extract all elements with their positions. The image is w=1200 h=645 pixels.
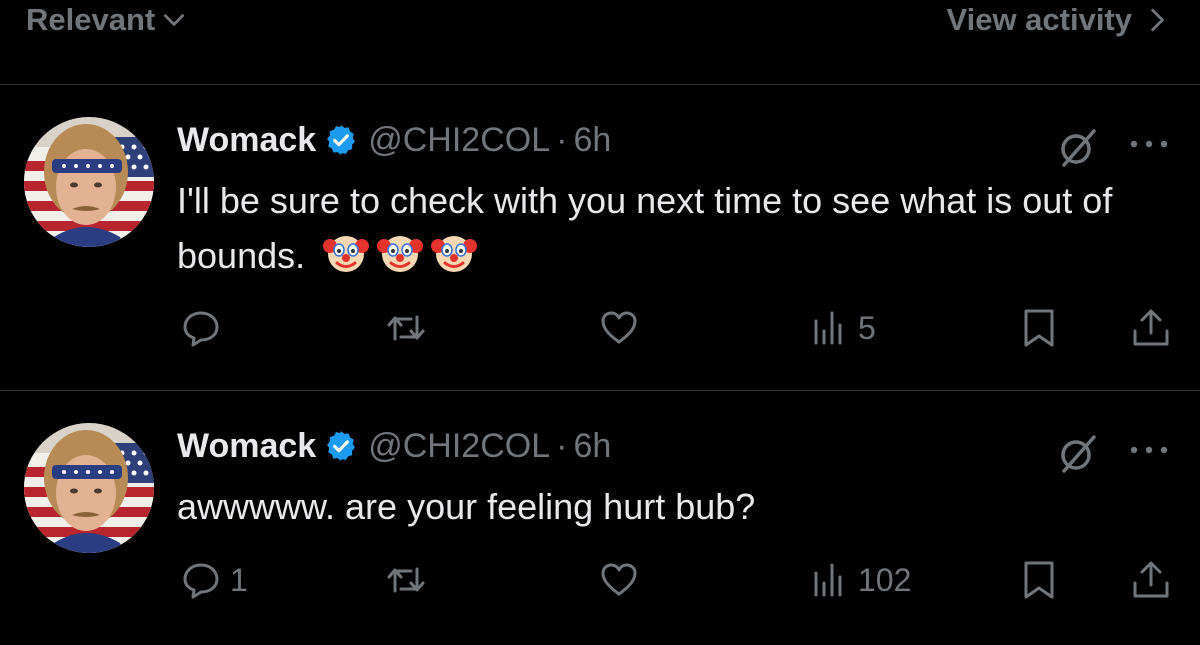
bookmark-icon bbox=[1024, 309, 1054, 347]
view-count: 102 bbox=[858, 561, 912, 598]
separator-dot: · bbox=[556, 120, 568, 159]
reply-button[interactable]: 1 bbox=[180, 555, 248, 605]
clown-face-emoji bbox=[377, 230, 424, 276]
speech-bubble-icon bbox=[183, 563, 219, 599]
author-name[interactable]: Womack bbox=[177, 427, 316, 466]
sort-label: Relevant bbox=[26, 2, 156, 37]
repost-button[interactable] bbox=[385, 303, 435, 353]
tweet-text-content: awwwww. are your feeling hurt bub? bbox=[177, 486, 756, 527]
bookmark-icon bbox=[1024, 561, 1054, 599]
reply-tweet[interactable]: Womack @CHI2COL · 6h awwwww. are your fe… bbox=[0, 391, 1200, 645]
timestamp[interactable]: 6h bbox=[573, 121, 611, 160]
sort-dropdown[interactable]: Relevant bbox=[26, 0, 187, 40]
tweet-text: awwwww. are your feeling hurt bub? bbox=[177, 479, 1167, 534]
like-button[interactable] bbox=[598, 303, 648, 353]
share-button[interactable] bbox=[1130, 303, 1172, 353]
avatar[interactable] bbox=[24, 117, 154, 247]
tweet-text-content: I'll be sure to check with you next time… bbox=[177, 180, 1113, 276]
replies-header: Relevant View activity bbox=[0, 0, 1200, 85]
bar-chart-icon bbox=[814, 311, 842, 345]
tweet-actions: 5 bbox=[0, 303, 1200, 353]
repost-icon bbox=[387, 315, 425, 341]
speech-bubble-icon bbox=[183, 311, 219, 347]
heart-icon bbox=[601, 311, 637, 344]
chevron-down-icon bbox=[164, 14, 185, 26]
repost-button[interactable] bbox=[385, 555, 435, 605]
author-name[interactable]: Womack bbox=[177, 121, 316, 160]
share-button[interactable] bbox=[1130, 555, 1172, 605]
like-button[interactable] bbox=[598, 555, 648, 605]
share-icon bbox=[1133, 561, 1169, 598]
more-dots-icon[interactable] bbox=[1124, 435, 1174, 465]
tweet-header: Womack @CHI2COL · 6h bbox=[177, 425, 611, 467]
more-dots-icon[interactable] bbox=[1124, 129, 1174, 159]
author-handle[interactable]: @CHI2COL bbox=[368, 427, 550, 466]
tweet-text: I'll be sure to check with you next time… bbox=[177, 173, 1167, 283]
repost-icon bbox=[387, 567, 425, 593]
view-activity-label: View activity bbox=[946, 2, 1132, 37]
grok-slash-circle-icon[interactable] bbox=[1056, 431, 1100, 475]
view-count: 5 bbox=[858, 309, 876, 346]
views-button[interactable]: 5 bbox=[808, 303, 876, 353]
avatar[interactable] bbox=[24, 423, 154, 553]
clown-face-emoji bbox=[323, 230, 370, 276]
views-button[interactable]: 102 bbox=[808, 555, 911, 605]
tweet-header: Womack @CHI2COL · 6h bbox=[177, 119, 611, 161]
share-icon bbox=[1133, 309, 1169, 346]
author-handle[interactable]: @CHI2COL bbox=[368, 121, 550, 160]
verified-badge-icon[interactable] bbox=[324, 429, 358, 463]
grok-slash-circle-icon[interactable] bbox=[1056, 125, 1100, 169]
bookmark-button[interactable] bbox=[1018, 303, 1060, 353]
bookmark-button[interactable] bbox=[1018, 555, 1060, 605]
reply-button[interactable] bbox=[180, 303, 230, 353]
verified-badge-icon[interactable] bbox=[324, 123, 358, 157]
heart-icon bbox=[601, 563, 637, 596]
view-activity-link[interactable]: View activity bbox=[946, 0, 1168, 40]
reply-count: 1 bbox=[230, 561, 248, 598]
clown-face-emoji bbox=[431, 230, 478, 276]
reply-tweet[interactable]: Womack @CHI2COL · 6h I'll be sure to che… bbox=[0, 85, 1200, 391]
tweet-actions: 1 102 bbox=[0, 555, 1200, 605]
timestamp[interactable]: 6h bbox=[573, 427, 611, 466]
separator-dot: · bbox=[556, 426, 568, 465]
chevron-right-icon bbox=[1151, 8, 1164, 32]
bar-chart-icon bbox=[814, 563, 842, 597]
